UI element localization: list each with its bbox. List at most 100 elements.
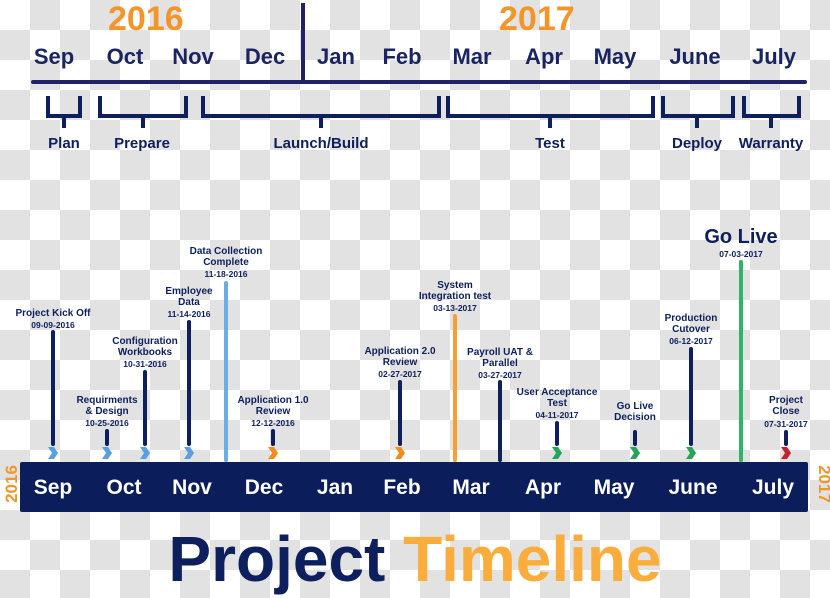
milestone-label-line: Production bbox=[664, 313, 718, 324]
chevron-marker-icon bbox=[686, 447, 696, 459]
milestone-label-configuration-workbooks: Configuration Workbooks bbox=[112, 336, 178, 358]
milestone-date: 03-13-2017 bbox=[433, 303, 477, 313]
phase-label-warranty: Warranty bbox=[738, 135, 804, 152]
milestone-label-line: Complete bbox=[203, 257, 249, 268]
milestone-date: 03-27-2017 bbox=[478, 370, 522, 380]
milestone-label-line: Cutover bbox=[672, 324, 710, 335]
bar-month-feb: Feb bbox=[383, 476, 421, 499]
milestone-label-application-2-review: Application 2.0 Review bbox=[364, 346, 435, 368]
chevron-marker-icon bbox=[552, 447, 562, 459]
bar-month-nov: Nov bbox=[172, 476, 212, 499]
milestone-date: 12-12-2016 bbox=[251, 418, 295, 428]
milestone-label-line: Requirments bbox=[76, 395, 138, 406]
top-month-oct: Oct bbox=[106, 44, 144, 69]
bar-month-june: June bbox=[668, 476, 718, 499]
chevron-marker-icon bbox=[48, 447, 58, 459]
milestone-label-line: Parallel bbox=[482, 358, 518, 369]
milestone-label-line: Integration test bbox=[418, 291, 492, 302]
bar-month-jan: Jan bbox=[316, 476, 354, 499]
milestone-date: 07-31-2017 bbox=[764, 419, 808, 429]
milestone-label-project-kick-off: Project Kick Off bbox=[15, 308, 91, 319]
bar-month-mar: Mar bbox=[452, 476, 490, 499]
milestone-label-line: User Acceptance bbox=[516, 387, 598, 398]
milestone-label-line: Review bbox=[382, 357, 418, 368]
milestone-label-line: Decision bbox=[614, 412, 656, 423]
milestone-stem bbox=[143, 370, 147, 446]
milestone-stem bbox=[51, 330, 55, 446]
top-month-june: June bbox=[669, 44, 721, 69]
milestone-label-requirements-design: Requirments & Design bbox=[76, 395, 137, 417]
milestone-stem bbox=[555, 421, 559, 446]
milestone-label-application-1-review: Application 1.0 Review bbox=[237, 395, 308, 417]
milestone-label-user-acceptance-test: User Acceptance Test bbox=[517, 387, 598, 409]
milestone-line-go-live bbox=[739, 260, 743, 462]
phase-bracket-plan bbox=[46, 96, 82, 118]
chevron-marker-icon bbox=[268, 447, 278, 459]
milestone-label-line: Application 2.0 bbox=[364, 346, 436, 357]
milestone-date: 11-18-2016 bbox=[204, 269, 248, 279]
milestone-label-system-integration-test: System Integration test bbox=[419, 280, 491, 302]
bar-month-dec: Dec bbox=[244, 476, 284, 499]
milestone-label-payroll-uat-parallel: Payroll UAT & Parallel bbox=[467, 347, 533, 369]
milestone-date: 10-31-2016 bbox=[123, 359, 167, 369]
milestone-line-system-integration bbox=[453, 314, 457, 462]
milestone-stem bbox=[398, 380, 402, 446]
milestone-label-line: Close bbox=[772, 406, 800, 417]
milestone-label-go-live-decision: Go Live Decision bbox=[614, 401, 656, 423]
phase-label-deploy: Deploy bbox=[671, 135, 723, 152]
phase-bracket-deploy bbox=[661, 96, 735, 118]
milestone-label-line: Application 1.0 bbox=[237, 395, 309, 406]
milestone-date: 02-27-2017 bbox=[378, 369, 422, 379]
milestone-label-line: Workbooks bbox=[117, 347, 173, 358]
milestone-label-line: Payroll UAT & bbox=[467, 347, 533, 358]
bar-month-apr: Apr bbox=[524, 476, 562, 499]
milestone-label-line: Configuration bbox=[112, 336, 178, 347]
bar-month-may: May bbox=[593, 476, 635, 499]
milestone-label-line: Review bbox=[255, 406, 291, 417]
top-axis-line bbox=[31, 80, 807, 84]
top-month-nov: Nov bbox=[172, 44, 214, 69]
top-month-may: May bbox=[593, 44, 637, 69]
top-month-sep: Sep bbox=[33, 44, 75, 69]
milestone-date: 09-09-2016 bbox=[31, 320, 75, 330]
year-divider bbox=[301, 3, 305, 81]
milestone-line-data-collection bbox=[224, 281, 228, 462]
title-word-timeline: Timeline bbox=[403, 523, 662, 595]
chevron-marker-icon bbox=[781, 447, 791, 459]
milestone-label-line: Employee bbox=[165, 286, 213, 297]
page-title: Project Timeline bbox=[0, 524, 830, 594]
phase-bracket-launch-build bbox=[201, 96, 441, 118]
milestone-label-line: System bbox=[437, 280, 473, 291]
chevron-marker-icon bbox=[140, 447, 150, 459]
phase-bracket-stem bbox=[319, 118, 323, 128]
milestone-stem bbox=[105, 429, 109, 446]
top-month-feb: Feb bbox=[382, 44, 422, 69]
milestone-label-line: Data Collection bbox=[189, 246, 263, 257]
milestone-date: 10-25-2016 bbox=[85, 418, 129, 428]
top-month-dec: Dec bbox=[244, 44, 286, 69]
milestone-line-payroll-uat bbox=[498, 380, 502, 462]
milestone-date: 06-12-2017 bbox=[669, 336, 713, 346]
milestone-stem bbox=[271, 429, 275, 446]
milestone-stem bbox=[633, 430, 637, 446]
top-month-mar: Mar bbox=[452, 44, 492, 69]
phase-bracket-prepare bbox=[98, 96, 188, 118]
milestone-stem bbox=[187, 320, 191, 446]
phase-bracket-stem bbox=[695, 118, 699, 128]
phase-label-prepare: Prepare bbox=[114, 135, 170, 152]
milestone-date: 11-14-2016 bbox=[167, 309, 211, 319]
milestone-label-line: Data bbox=[178, 297, 200, 308]
bar-month-oct: Oct bbox=[106, 476, 142, 499]
phase-bracket-stem bbox=[62, 118, 66, 128]
milestone-stem bbox=[689, 347, 693, 446]
milestone-label-go-live: Go Live bbox=[704, 226, 778, 248]
bar-end-year: 2017 bbox=[815, 465, 830, 503]
milestone-date: 04-11-2017 bbox=[535, 410, 579, 420]
bar-month-july: July bbox=[751, 476, 795, 499]
phase-bracket-test bbox=[446, 96, 655, 118]
top-month-july: July bbox=[751, 44, 797, 69]
chevron-marker-icon bbox=[395, 447, 405, 459]
top-month-jan: Jan bbox=[317, 44, 355, 69]
chevron-marker-icon bbox=[630, 447, 640, 459]
phase-label-launch-build: Launch/Build bbox=[273, 135, 369, 152]
